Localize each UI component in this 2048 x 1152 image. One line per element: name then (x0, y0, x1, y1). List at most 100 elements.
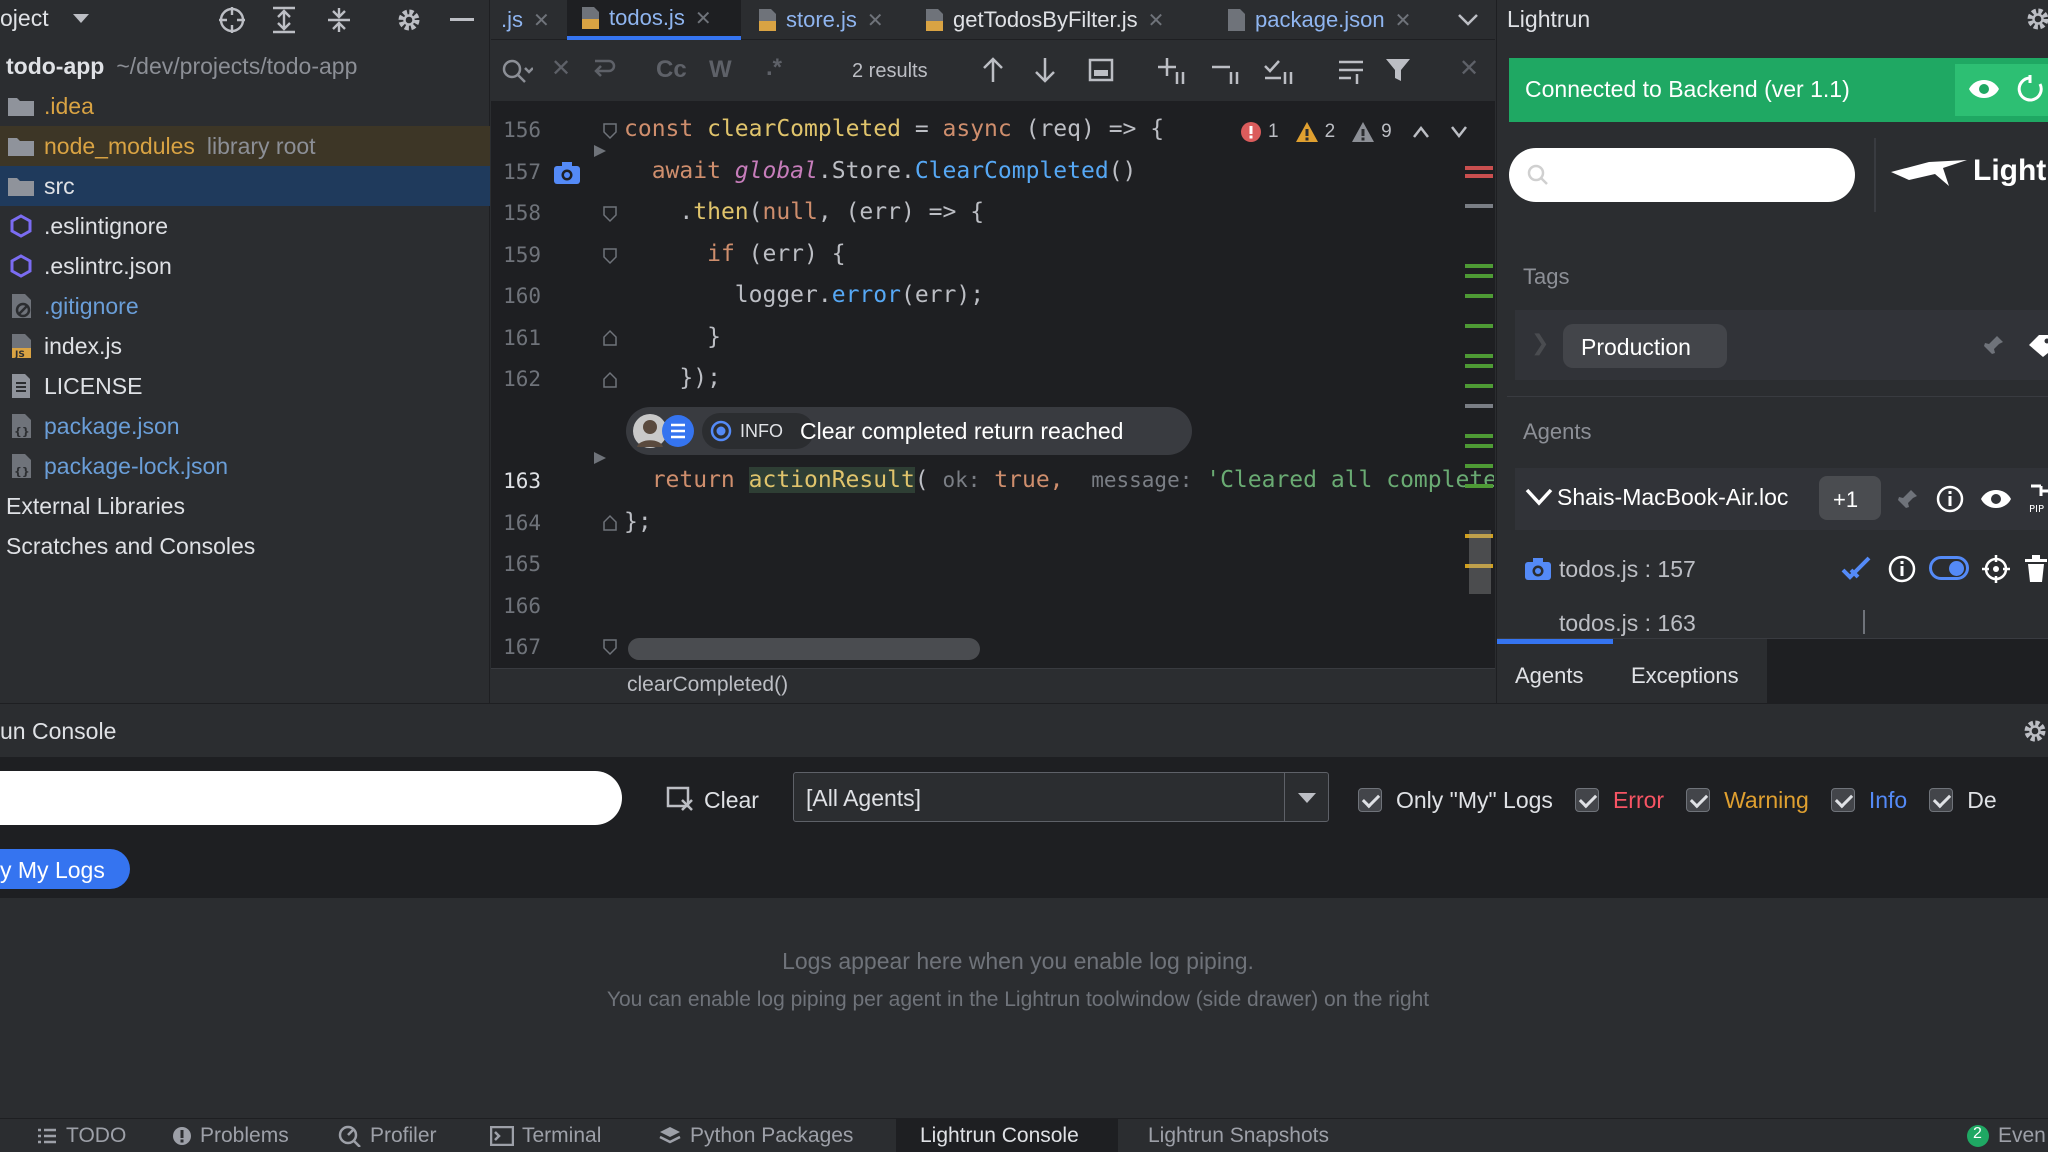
lightrun-log-popup[interactable]: INFO Clear completed return reached (626, 407, 1192, 455)
code-line-159[interactable]: if (err) { (624, 241, 845, 267)
info-checkbox[interactable] (1830, 788, 1855, 812)
code-line-162[interactable]: }); (624, 365, 721, 391)
gear-icon[interactable] (395, 6, 423, 34)
tool-tab-terminal[interactable]: Terminal (490, 1119, 601, 1152)
tab-store-js[interactable]: store.js ✕ (756, 0, 884, 40)
project-root[interactable]: todo-app ~/dev/projects/todo-app (0, 46, 490, 86)
lightrun-search-input[interactable] (1509, 148, 1855, 202)
eye-icon[interactable] (1979, 487, 2013, 511)
chevron-down-icon[interactable] (1525, 488, 1553, 506)
close-icon[interactable]: ✕ (867, 8, 884, 33)
debug-checkbox[interactable] (1929, 788, 1954, 812)
tab-exceptions[interactable]: Exceptions (1631, 663, 1739, 689)
error-checkbox[interactable] (1574, 788, 1599, 812)
tree-item-scratches[interactable]: Scratches and Consoles (0, 526, 490, 566)
tool-tab-python-packages[interactable]: Python Packages (658, 1119, 853, 1152)
run-arrow-icon[interactable] (592, 143, 608, 159)
fold-end-icon[interactable] (602, 371, 618, 389)
clear-search-icon[interactable]: ✕ (551, 54, 571, 83)
tool-tab-todo[interactable]: TODO (36, 1119, 126, 1152)
fold-end-icon[interactable] (602, 514, 618, 532)
gear-icon[interactable] (2022, 718, 2048, 744)
code-line-158[interactable]: .then(null, (err) => { (624, 199, 984, 225)
pin-icon[interactable] (1983, 334, 2005, 356)
fold-end-icon[interactable] (602, 329, 618, 347)
minimize-icon[interactable] (450, 18, 474, 22)
search-icon[interactable] (501, 58, 533, 84)
eye-icon[interactable] (1967, 77, 2001, 101)
tree-item-index-js[interactable]: JS index.js (0, 326, 490, 366)
close-icon[interactable]: ✕ (533, 8, 550, 33)
tab-todos-js[interactable]: todos.js ✕ (567, 0, 741, 40)
warning-checkbox[interactable] (1686, 788, 1711, 812)
code-line-156[interactable]: const clearCompleted = async (req) => { (624, 116, 1164, 142)
tab-js[interactable]: .js ✕ (501, 0, 550, 40)
code-line-164[interactable]: }; (624, 509, 652, 535)
tree-item-idea[interactable]: .idea (0, 86, 490, 126)
chevron-right-icon[interactable]: ❯ (1531, 330, 1549, 356)
tree-item-eslintrc[interactable]: .eslintrc.json (0, 246, 490, 286)
next-highlight-icon[interactable] (1450, 125, 1468, 139)
code-line-157[interactable]: await global.Store.ClearCompleted() (624, 158, 1137, 184)
arrow-up-icon[interactable] (981, 56, 1005, 84)
tab-list-chevron-icon[interactable] (1457, 13, 1479, 27)
tab-package-json[interactable]: package.json ✕ (1225, 0, 1411, 40)
tab-agents[interactable]: Agents (1515, 663, 1584, 689)
locate-icon[interactable] (218, 6, 246, 34)
chevron-down-icon[interactable] (72, 12, 90, 26)
agent-row[interactable]: Shais-MacBook-Air.loc +1 PIP (1515, 468, 2048, 530)
close-icon[interactable]: ✕ (695, 6, 712, 31)
remove-occurrence-icon[interactable] (1211, 56, 1241, 86)
pin-icon[interactable] (1897, 488, 1919, 510)
tool-tab-problems[interactable]: Problems (172, 1119, 289, 1152)
target-icon[interactable] (1981, 554, 2011, 584)
info-icon[interactable] (1887, 554, 1917, 584)
fold-icon[interactable] (602, 122, 618, 140)
tree-item-license[interactable]: LICENSE (0, 366, 490, 406)
only-my-logs-button[interactable]: y My Logs (0, 849, 130, 889)
trash-icon[interactable] (2023, 554, 2048, 584)
code-line-163[interactable]: return actionResult( ok: true, message: … (624, 467, 1494, 493)
tree-item-node-modules[interactable]: node_modules library root (0, 126, 490, 166)
arrow-down-icon[interactable] (1033, 56, 1057, 84)
console-log-area[interactable]: Logs appear here when you enable log pip… (0, 897, 2048, 1118)
tool-tab-lightrun-snapshots[interactable]: Lightrun Snapshots (1148, 1119, 1329, 1152)
regex-toggle[interactable]: .* (766, 54, 782, 82)
horizontal-scrollbar[interactable] (628, 638, 980, 660)
agent-select[interactable]: [All Agents] (793, 772, 1329, 822)
run-arrow-icon[interactable] (592, 450, 608, 466)
tree-item-eslintignore[interactable]: .eslintignore (0, 206, 490, 246)
code-line-160[interactable]: logger.error(err); (624, 282, 984, 308)
tool-tab-lightrun-console[interactable]: Lightrun Console (896, 1119, 1118, 1152)
action-row-snapshot[interactable]: todos.js : 157 (1515, 544, 2048, 596)
info-icon[interactable] (1935, 484, 1965, 514)
match-case-toggle[interactable]: Cc (656, 56, 687, 84)
event-log-button[interactable]: 2 Even (1966, 1119, 2046, 1152)
gear-icon[interactable] (2025, 6, 2048, 32)
clear-button[interactable]: Clear (666, 785, 759, 815)
tag-icon[interactable] (2027, 332, 2048, 358)
fold-icon[interactable] (602, 205, 618, 223)
close-icon[interactable]: ✕ (1148, 8, 1165, 33)
fold-icon[interactable] (602, 247, 618, 265)
previous-highlight-icon[interactable] (1412, 125, 1430, 139)
tag-chip-production[interactable]: Production (1563, 324, 1727, 368)
add-occurrence-icon[interactable] (1157, 56, 1187, 86)
filter-icon[interactable] (1384, 56, 1412, 84)
new-line-icon[interactable] (591, 58, 617, 82)
refresh-icon[interactable] (2015, 74, 2045, 104)
select-all-occurrences-icon[interactable] (1263, 56, 1295, 86)
only-my-logs-checkbox[interactable] (1358, 788, 1382, 812)
breadcrumb[interactable]: clearCompleted() (627, 673, 788, 697)
toggle-switch[interactable] (1929, 556, 1969, 580)
action-row-log[interactable]: todos.js : 163 (1515, 604, 2048, 638)
inspection-widget[interactable]: 1 2 9 (1240, 118, 1468, 146)
whole-word-toggle[interactable]: W (709, 56, 732, 84)
tool-tab-profiler[interactable]: Profiler (338, 1119, 437, 1152)
collapse-all-icon[interactable] (325, 6, 353, 34)
snapshot-camera-icon[interactable] (552, 160, 582, 186)
tree-item-external-libraries[interactable]: External Libraries (0, 486, 490, 526)
code-editor[interactable] (491, 0, 1495, 703)
project-view-selector[interactable]: oject (0, 5, 49, 32)
tag-row[interactable]: ❯ Production (1515, 310, 2048, 380)
